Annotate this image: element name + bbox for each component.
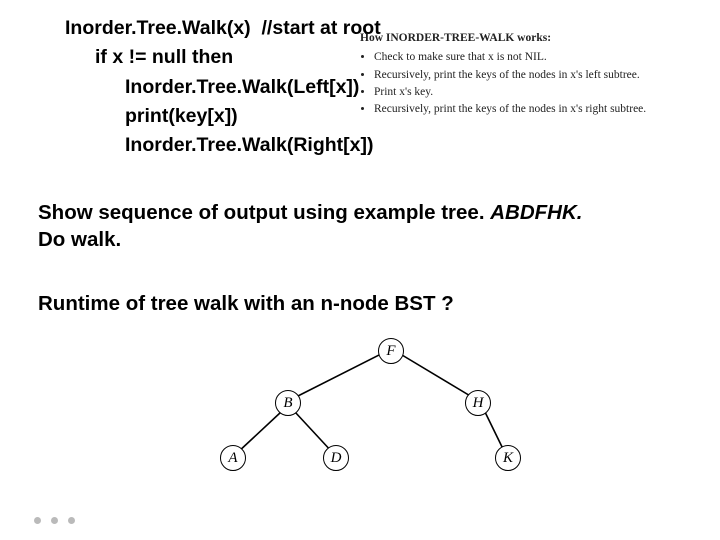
tree-node-h: H [465, 390, 491, 416]
howbox-list: Check to make sure that x is not NIL. Re… [374, 49, 680, 118]
howbox-header: How INORDER-TREE-WALK works: [360, 30, 680, 47]
pager-dot [51, 517, 58, 524]
pseudo-line-4: print(key[x]) [125, 102, 381, 131]
tree-node-k: K [495, 445, 521, 471]
prompt-answer: ABDFHK. [490, 201, 582, 224]
howbox-item: Recursively, print the keys of the nodes… [374, 101, 680, 118]
tree-node-f: F [378, 338, 404, 364]
pseudo-line-3: Inorder.Tree.Walk(Left[x]) [125, 73, 381, 102]
prompt-trail: Do walk. [38, 228, 121, 251]
slide: Inorder.Tree.Walk(x) //start at root if … [0, 0, 720, 540]
call-signature: Inorder.Tree.Walk(x) [65, 17, 251, 39]
pseudocode-block: Inorder.Tree.Walk(x) //start at root if … [65, 14, 381, 160]
tree-node-d: D [323, 445, 349, 471]
howbox-item: Print x's key. [374, 84, 680, 101]
slide-pager-dots [34, 517, 75, 524]
tree-edges [205, 335, 515, 495]
prompt-lead: Show sequence of output using example tr… [38, 201, 490, 224]
howbox-item: Check to make sure that x is not NIL. [374, 49, 680, 66]
pseudo-line-5: Inorder.Tree.Walk(Right[x]) [125, 131, 381, 160]
prompt-sequence: Show sequence of output using example tr… [38, 200, 678, 253]
tree-node-a: A [220, 445, 246, 471]
tree-node-b: B [275, 390, 301, 416]
pseudo-line-1: Inorder.Tree.Walk(x) //start at root [65, 14, 381, 43]
how-it-works-box: How INORDER-TREE-WALK works: Check to ma… [360, 30, 680, 118]
tree-diagram: F B H A D K [205, 335, 515, 495]
pager-dot [68, 517, 75, 524]
howbox-item: Recursively, print the keys of the nodes… [374, 67, 680, 84]
prompt-runtime: Runtime of tree walk with an n-node BST … [38, 292, 678, 316]
pseudo-line-2: if x != null then [95, 43, 381, 72]
pager-dot [34, 517, 41, 524]
